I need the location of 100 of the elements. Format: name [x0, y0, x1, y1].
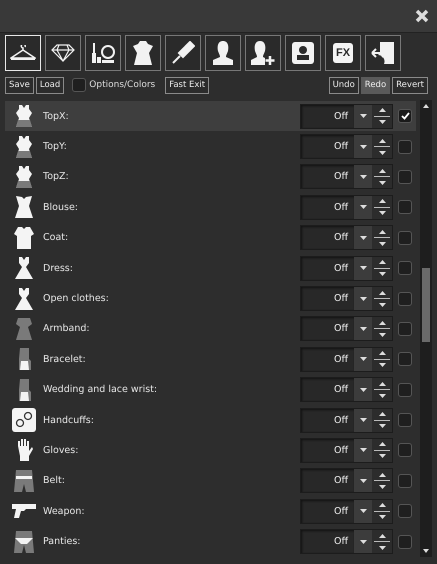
value-text: Off — [301, 500, 354, 523]
hanger-icon — [10, 45, 36, 61]
item-checkbox[interactable] — [398, 443, 412, 458]
value-spinner[interactable]: Off — [300, 134, 393, 160]
category-tab[interactable] — [45, 35, 81, 71]
value-spinner[interactable]: Off — [300, 286, 393, 312]
down-arrow-icon — [378, 120, 386, 124]
category-tab[interactable] — [165, 35, 201, 71]
item-checkbox[interactable] — [398, 322, 412, 336]
toolbar-button[interactable]: Undo — [328, 76, 359, 94]
toolbar-button[interactable]: Redo — [360, 76, 390, 94]
value-text: Off — [301, 165, 354, 188]
category-tab[interactable]: FX — [325, 35, 361, 71]
item-checkbox[interactable] — [398, 534, 412, 549]
list-row[interactable]: Coat: Off — [5, 222, 416, 253]
category-tab[interactable] — [205, 35, 241, 71]
fast-exit-button[interactable]: Fast Exit — [165, 76, 210, 94]
dropdown-button[interactable] — [354, 135, 372, 158]
item-checkbox[interactable] — [398, 140, 412, 154]
options-label: Options/Colors — [89, 80, 156, 90]
value-spinner[interactable]: Off — [300, 408, 393, 433]
toolbar-button[interactable]: Load — [36, 76, 64, 94]
item-checkbox[interactable] — [398, 382, 412, 397]
scrollbar[interactable] — [420, 100, 432, 557]
category-tab[interactable] — [85, 35, 121, 71]
close-button[interactable] — [415, 9, 429, 23]
down-arrow-icon — [378, 454, 386, 458]
category-tab[interactable] — [365, 35, 401, 71]
category-tab[interactable] — [125, 35, 161, 71]
dropdown-button[interactable] — [354, 500, 372, 523]
dropdown-button[interactable] — [354, 378, 372, 402]
dress-icon — [13, 256, 35, 280]
item-checkbox[interactable] — [398, 230, 412, 245]
top-icon — [13, 164, 35, 189]
item-checkbox[interactable] — [398, 504, 412, 518]
item-checkbox[interactable] — [398, 292, 412, 306]
list-row[interactable]: Armband: Off — [5, 314, 416, 344]
dropdown-button[interactable] — [354, 408, 372, 432]
value-spinner[interactable]: Off — [300, 468, 393, 494]
item-label: Bracelet: — [43, 354, 87, 365]
value-spinner[interactable]: Off — [300, 529, 393, 554]
list-row[interactable]: TopZ: Off — [5, 162, 416, 192]
item-checkbox[interactable] — [398, 474, 412, 488]
dropdown-button[interactable] — [354, 438, 372, 462]
value-spinner[interactable]: Off — [300, 225, 393, 250]
item-label: TopX: — [43, 110, 70, 122]
list-row[interactable]: TopY: Off — [5, 131, 416, 162]
category-tab[interactable] — [285, 35, 321, 71]
value-spinner[interactable]: Off — [300, 164, 393, 190]
list-row[interactable]: Dress: Off — [5, 252, 416, 284]
diamond-icon — [51, 44, 75, 62]
toolbar-button[interactable]: Revert — [392, 76, 428, 94]
dropdown-button[interactable] — [354, 530, 372, 554]
scroll-thumb[interactable] — [422, 268, 430, 342]
list-row[interactable]: Panties: Off — [5, 526, 416, 557]
caret-icon — [360, 266, 366, 270]
toolbar-button[interactable]: Save — [5, 76, 34, 94]
blouse-icon — [13, 195, 35, 220]
list-row[interactable]: Handcuffs: Off — [5, 404, 416, 436]
dropdown-button[interactable] — [354, 469, 372, 492]
item-checkbox[interactable] — [398, 261, 412, 276]
value-spinner[interactable]: Off — [300, 438, 393, 463]
dropdown-button[interactable] — [354, 348, 372, 371]
value-spinner[interactable]: Off — [300, 377, 393, 402]
list-row[interactable]: Open clothes: Off — [5, 283, 416, 314]
list-row[interactable]: TopX: Off — [5, 101, 416, 132]
caret-icon — [360, 357, 366, 362]
down-arrow-icon — [378, 363, 386, 368]
coat-icon — [13, 226, 35, 250]
dropdown-button[interactable] — [354, 256, 372, 280]
dropdown-button[interactable] — [354, 287, 372, 310]
list-row[interactable]: Blouse: Off — [5, 192, 416, 223]
up-arrow-icon — [378, 351, 386, 356]
list-row[interactable]: Bracelet: Off — [5, 344, 416, 375]
value-spinner[interactable]: Off — [300, 498, 393, 524]
dropdown-button[interactable] — [354, 196, 372, 219]
item-checkbox[interactable] — [398, 109, 412, 124]
value-spinner[interactable]: Off — [300, 316, 393, 342]
item-checkbox[interactable] — [398, 413, 412, 428]
item-checkbox[interactable] — [398, 352, 412, 366]
up-arrow-icon — [378, 534, 386, 538]
dropdown-button[interactable] — [354, 226, 372, 250]
dropdown-button[interactable] — [354, 165, 372, 188]
value-spinner[interactable]: Off — [300, 194, 393, 220]
list-row[interactable]: Belt: Off — [5, 466, 416, 496]
category-tab[interactable] — [245, 35, 281, 71]
dress-icon — [13, 286, 35, 311]
value-spinner[interactable]: Off — [300, 256, 393, 281]
dropdown-button[interactable] — [354, 317, 372, 340]
options-checkbox[interactable] — [72, 78, 86, 92]
list-row[interactable]: Wedding and lace wrist: Off — [5, 374, 416, 405]
makeup-icon — [90, 41, 116, 65]
caret-icon — [360, 174, 366, 179]
item-checkbox[interactable] — [398, 170, 412, 184]
value-spinner[interactable]: Off — [300, 346, 393, 372]
value-spinner[interactable]: Off — [300, 104, 393, 129]
item-checkbox[interactable] — [398, 200, 412, 214]
top-icon — [13, 104, 35, 128]
list-row[interactable]: Weapon: Off — [5, 496, 416, 526]
list-row[interactable]: Gloves: Off — [5, 435, 416, 466]
